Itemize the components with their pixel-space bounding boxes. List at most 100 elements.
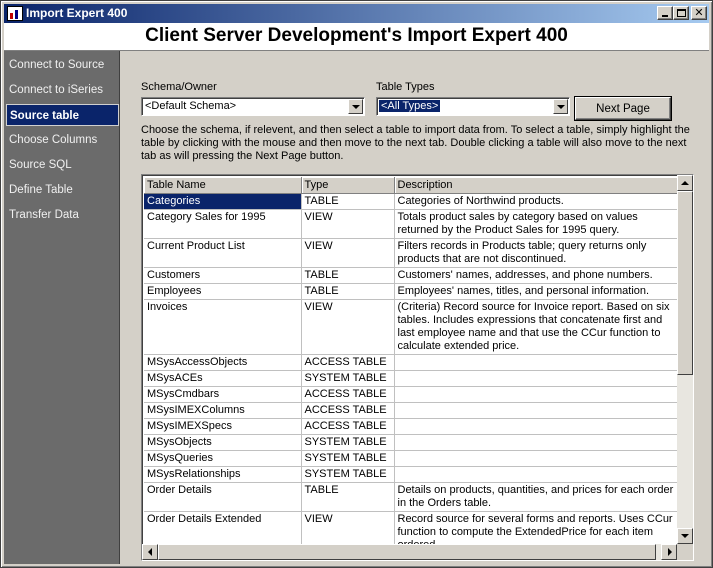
cell-description: (Criteria) Record source for Invoice rep… — [394, 299, 677, 355]
minimize-button[interactable] — [657, 6, 673, 20]
table-types-select-value: <All Types> — [379, 100, 441, 112]
table-row[interactable]: MSysObjects SYSTEM TABLE — [144, 434, 677, 451]
column-header-table-name[interactable]: Table Name — [144, 177, 302, 194]
scrollbar-corner — [677, 544, 693, 560]
cell-table-name: MSysObjects — [144, 434, 302, 451]
main-panel: Schema/Owner <Default Schema> Table Type… — [121, 51, 709, 564]
cell-description — [394, 370, 677, 387]
cell-description: Record source for several forms and repo… — [394, 511, 677, 544]
maximize-icon — [677, 9, 686, 17]
table-row[interactable]: Order Details Extended VIEW Record source … — [144, 511, 677, 544]
sidebar: Connect to Source Connect to iSeries Sou… — [4, 51, 120, 564]
sidebar-item-connect-to-source[interactable]: Connect to Source — [6, 54, 119, 76]
column-header-type[interactable]: Type — [301, 177, 395, 194]
next-page-label: Next Page — [596, 103, 650, 115]
tables-table: Table Name Type Description Categories TA… — [144, 177, 677, 544]
chevron-down-icon — [352, 105, 360, 109]
cell-type: VIEW — [301, 511, 395, 544]
cell-type: TABLE — [301, 283, 395, 300]
cell-type: ACCESS TABLE — [301, 402, 395, 419]
cell-type: ACCESS TABLE — [301, 418, 395, 435]
cell-type: SYSTEM TABLE — [301, 466, 395, 483]
cell-description — [394, 450, 677, 467]
scroll-up-button[interactable] — [677, 175, 693, 191]
app-header: Client Server Development's Import Exper… — [4, 23, 709, 51]
cell-type: TABLE — [301, 482, 395, 512]
table-types-dropdown-button[interactable] — [553, 99, 568, 114]
cell-description — [394, 466, 677, 483]
maximize-button[interactable] — [673, 6, 689, 20]
sidebar-item-connect-to-iseries[interactable]: Connect to iSeries — [6, 79, 119, 101]
vertical-scroll-thumb[interactable] — [677, 191, 693, 375]
title-bar[interactable]: Import Expert 400 ✕ — [4, 4, 709, 23]
table-row[interactable]: MSysCmdbars ACCESS TABLE — [144, 386, 677, 403]
app-icon[interactable] — [7, 6, 23, 21]
vertical-scrollbar[interactable] — [677, 175, 693, 544]
column-header-description[interactable]: Description — [394, 177, 677, 194]
table-row[interactable]: Invoices VIEW (Criteria) Record source for… — [144, 299, 677, 355]
window-title: Import Expert 400 — [26, 6, 128, 20]
minimize-icon — [662, 15, 668, 17]
cell-type: SYSTEM TABLE — [301, 434, 395, 451]
arrow-up-icon — [681, 181, 689, 185]
table-row[interactable]: MSysIMEXSpecs ACCESS TABLE — [144, 418, 677, 435]
cell-description: Customers' names, addresses, and phone n… — [394, 267, 677, 284]
cell-type: TABLE — [301, 193, 395, 210]
table-row[interactable]: Category Sales for 1995 VIEW Totals produc… — [144, 209, 677, 239]
arrow-down-icon — [681, 534, 689, 538]
table-row[interactable]: Current Product List VIEW Filters records … — [144, 238, 677, 268]
cell-description — [394, 386, 677, 403]
table-row[interactable]: MSysIMEXColumns ACCESS TABLE — [144, 402, 677, 419]
table-types-label: Table Types — [376, 81, 435, 93]
table-row[interactable]: Categories TABLE Categories of Northwind p… — [144, 193, 677, 210]
table-row[interactable]: MSysAccessObjects ACCESS TABLE — [144, 354, 677, 371]
schema-select-value: <Default Schema> — [145, 100, 237, 112]
tables-grid-viewport: Table Name Type Description Categories TA… — [144, 177, 677, 544]
scroll-down-button[interactable] — [677, 528, 693, 544]
sidebar-item-choose-columns[interactable]: Choose Columns — [6, 129, 119, 151]
cell-description — [394, 418, 677, 435]
table-row[interactable]: Order Details TABLE Details on products, q… — [144, 482, 677, 512]
arrow-right-icon — [668, 548, 672, 556]
application-window: Import Expert 400 ✕ Client Server Develo… — [0, 0, 713, 568]
table-row[interactable]: MSysQueries SYSTEM TABLE — [144, 450, 677, 467]
cell-table-name: Invoices — [144, 299, 302, 355]
cell-table-name: MSysACEs — [144, 370, 302, 387]
cell-table-name: Customers — [144, 267, 302, 284]
cell-type: ACCESS TABLE — [301, 354, 395, 371]
table-row[interactable]: MSysRelationships SYSTEM TABLE — [144, 466, 677, 483]
cell-description: Categories of Northwind products. — [394, 193, 677, 210]
scroll-right-button[interactable] — [661, 544, 677, 560]
cell-description: Totals product sales by category based o… — [394, 209, 677, 239]
table-row[interactable]: Employees TABLE Employees' names, titles, … — [144, 283, 677, 300]
table-row[interactable]: MSysACEs SYSTEM TABLE — [144, 370, 677, 387]
table-types-select[interactable]: <All Types> — [376, 97, 570, 116]
cell-description — [394, 402, 677, 419]
cell-description: Details on products, quantities, and pri… — [394, 482, 677, 512]
horizontal-scrollbar[interactable] — [142, 544, 677, 560]
tables-grid[interactable]: Table Name Type Description Categories TA… — [141, 174, 694, 561]
sidebar-item-transfer-data[interactable]: Transfer Data — [6, 204, 119, 226]
sidebar-item-define-table[interactable]: Define Table — [6, 179, 119, 201]
horizontal-scroll-thumb[interactable] — [158, 544, 656, 560]
cell-table-name: Order Details Extended — [144, 511, 302, 544]
sidebar-item-source-table[interactable]: Source table — [6, 104, 119, 126]
close-icon: ✕ — [694, 7, 704, 19]
next-page-button[interactable]: Next Page — [575, 97, 671, 120]
schema-select[interactable]: <Default Schema> — [141, 97, 365, 116]
cell-table-name: Categories — [144, 193, 302, 210]
cell-table-name: MSysIMEXSpecs — [144, 418, 302, 435]
cell-description — [394, 434, 677, 451]
cell-description: Employees' names, titles, and personal i… — [394, 283, 677, 300]
table-header-row: Table Name Type Description — [144, 177, 677, 194]
chevron-down-icon — [557, 105, 565, 109]
scroll-left-button[interactable] — [142, 544, 158, 560]
cell-table-name: Category Sales for 1995 — [144, 209, 302, 239]
sidebar-item-source-sql[interactable]: Source SQL — [6, 154, 119, 176]
cell-table-name: MSysQueries — [144, 450, 302, 467]
table-row[interactable]: Customers TABLE Customers' names, addresse… — [144, 267, 677, 284]
close-button[interactable]: ✕ — [691, 6, 707, 20]
schema-dropdown-button[interactable] — [348, 99, 363, 114]
cell-type: VIEW — [301, 238, 395, 268]
cell-table-name: MSysAccessObjects — [144, 354, 302, 371]
